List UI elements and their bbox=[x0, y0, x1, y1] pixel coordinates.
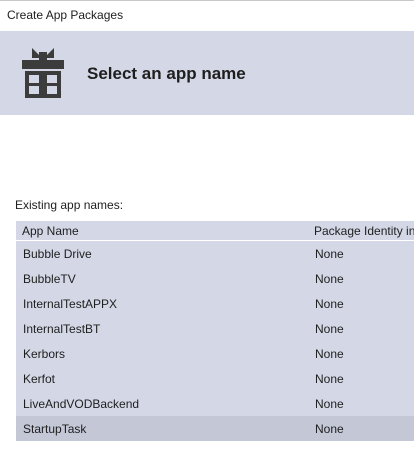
gift-icon bbox=[22, 48, 64, 98]
table-row[interactable]: Kerfot None bbox=[16, 366, 414, 391]
app-name-cell: InternalTestAPPX bbox=[23, 297, 118, 311]
package-identity-cell: None bbox=[315, 272, 344, 286]
table-header: App Name Package Identity in bbox=[16, 221, 414, 241]
table-row[interactable]: InternalTestAPPX None bbox=[16, 291, 414, 316]
table-row[interactable]: BubbleTV None bbox=[16, 266, 414, 291]
app-name-cell: Bubble Drive bbox=[23, 247, 92, 261]
table-row[interactable]: InternalTestBT None bbox=[16, 316, 414, 341]
package-identity-cell: None bbox=[315, 397, 344, 411]
package-identity-cell: None bbox=[315, 247, 344, 261]
app-names-table: App Name Package Identity in Bubble Driv… bbox=[16, 221, 414, 441]
title-bar: Create App Packages bbox=[0, 0, 414, 31]
app-name-cell: LiveAndVODBackend bbox=[23, 397, 140, 411]
table-row[interactable]: Bubble Drive None bbox=[16, 241, 414, 266]
package-identity-cell: None bbox=[315, 297, 344, 311]
page-heading: Select an app name bbox=[87, 64, 246, 83]
table-row[interactable]: LiveAndVODBackend None bbox=[16, 391, 414, 416]
column-header-app-name[interactable]: App Name bbox=[22, 224, 79, 238]
app-name-cell: Kerbors bbox=[23, 347, 66, 361]
window-title: Create App Packages bbox=[7, 8, 124, 22]
package-identity-cell: None bbox=[315, 322, 344, 336]
package-identity-cell: None bbox=[315, 422, 344, 436]
table-body: Bubble Drive None BubbleTV None InternalTest… bbox=[16, 241, 414, 441]
app-name-cell: StartupTask bbox=[23, 422, 87, 436]
table-row[interactable]: StartupTask None bbox=[16, 416, 414, 441]
package-identity-cell: None bbox=[315, 372, 344, 386]
column-header-package-identity[interactable]: Package Identity in bbox=[314, 224, 414, 238]
app-name-cell: InternalTestBT bbox=[23, 322, 101, 336]
app-name-cell: Kerfot bbox=[23, 372, 56, 386]
header-band: Select an app name bbox=[0, 31, 414, 115]
app-name-cell: BubbleTV bbox=[23, 272, 76, 286]
existing-app-names-label: Existing app names: bbox=[15, 198, 124, 212]
table-row[interactable]: Kerbors None bbox=[16, 341, 414, 366]
package-identity-cell: None bbox=[315, 347, 344, 361]
